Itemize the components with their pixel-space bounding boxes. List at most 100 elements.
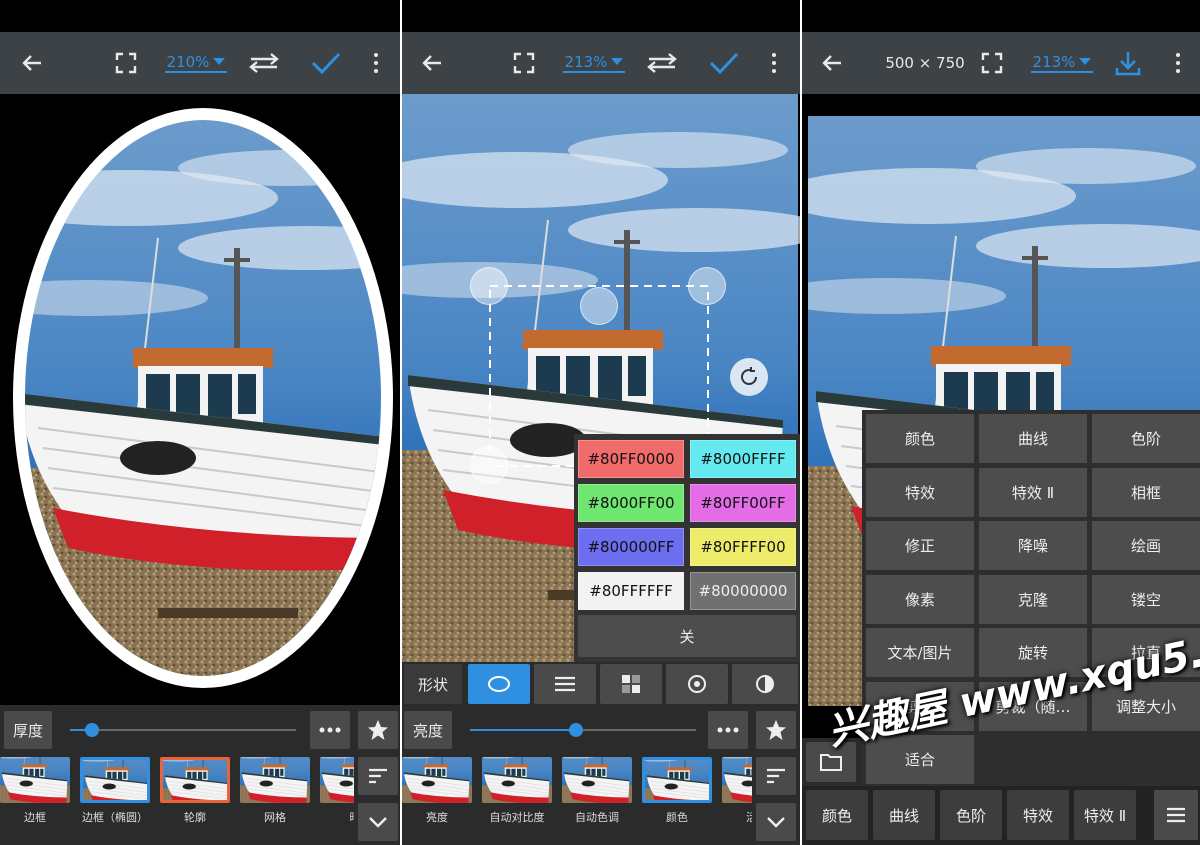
effect-thumbnail[interactable] bbox=[0, 757, 70, 803]
shape-option-grid[interactable] bbox=[600, 664, 662, 704]
favorite-button[interactable] bbox=[358, 711, 398, 749]
effect-thumbnail[interactable] bbox=[320, 757, 354, 803]
menu-item[interactable]: 颜色 bbox=[866, 414, 974, 463]
chevron-down-icon bbox=[369, 817, 387, 828]
category-tab[interactable]: 特效 bbox=[1007, 790, 1069, 840]
menu-item[interactable]: 文本/图片 bbox=[866, 628, 974, 677]
menu-item[interactable]: 克隆 bbox=[979, 574, 1087, 624]
back-button[interactable] bbox=[414, 32, 450, 94]
more-button[interactable] bbox=[708, 711, 748, 749]
resize-handle-top-left[interactable] bbox=[470, 267, 508, 305]
effect-thumbnail[interactable] bbox=[80, 757, 150, 803]
color-swatch[interactable]: #8000FFFF bbox=[690, 440, 796, 478]
resize-handle-bottom-left[interactable] bbox=[470, 446, 508, 484]
menu-item[interactable]: 色阶 bbox=[1092, 414, 1200, 463]
save-button[interactable] bbox=[1108, 32, 1148, 94]
target-shape-icon bbox=[688, 675, 706, 693]
effect-thumbnail[interactable] bbox=[160, 757, 230, 803]
category-tab[interactable]: 特效 Ⅱ bbox=[1074, 790, 1136, 840]
arrow-left-icon bbox=[422, 55, 441, 71]
collapse-button[interactable] bbox=[756, 803, 796, 841]
move-handle[interactable] bbox=[580, 287, 618, 325]
color-swatch[interactable]: #8000FF00 bbox=[578, 484, 684, 522]
more-options-button[interactable] bbox=[364, 32, 388, 94]
effect-thumbnail-label: 自动对比度 bbox=[489, 811, 545, 824]
color-swatch[interactable]: #800000FF bbox=[578, 528, 684, 566]
effect-thumbnail-label: 自动色调 bbox=[575, 811, 619, 824]
rotate-handle[interactable] bbox=[730, 358, 768, 396]
slider-knob[interactable] bbox=[569, 723, 583, 737]
color-swatch[interactable]: #80FF00FF bbox=[690, 484, 796, 522]
compare-toggle-button[interactable] bbox=[642, 32, 682, 94]
shape-toolbar: 形状 bbox=[402, 662, 800, 706]
status-bar bbox=[0, 0, 400, 32]
apply-button[interactable] bbox=[306, 32, 346, 94]
caret-down-icon bbox=[1079, 58, 1092, 65]
image-dimensions-text: 500 × 750 bbox=[885, 54, 965, 72]
effect-thumbnail-label: 暗 bbox=[315, 809, 355, 825]
effect-thumbnail[interactable] bbox=[722, 757, 752, 803]
sort-button[interactable] bbox=[756, 757, 796, 795]
menu-item[interactable]: 曲线 bbox=[979, 414, 1087, 463]
color-swatch[interactable]: #80FFFF00 bbox=[690, 528, 796, 566]
color-swatch[interactable]: #80FF0000 bbox=[578, 440, 684, 478]
zoom-dropdown[interactable]: 213% bbox=[1026, 32, 1098, 94]
color-swatch[interactable]: #80000000 bbox=[690, 572, 796, 610]
param-label-button[interactable]: 亮度 bbox=[404, 711, 452, 749]
color-picker-popup: #80FF0000 #8000FFFF #8000FF00 #80FF00FF #800… bbox=[574, 434, 800, 664]
shape-option-target[interactable] bbox=[666, 664, 728, 704]
image-dimensions: 500 × 750 bbox=[882, 32, 968, 94]
more-vertical-icon bbox=[772, 53, 776, 73]
zoom-dropdown[interactable]: 213% bbox=[558, 32, 630, 94]
effect-thumbnail-label: 亮度 bbox=[426, 811, 448, 824]
star-icon bbox=[766, 720, 786, 740]
effect-thumbnail[interactable] bbox=[402, 757, 472, 803]
sort-lines-icon bbox=[369, 768, 387, 784]
menu-item[interactable]: 相框 bbox=[1092, 467, 1200, 517]
slider-rail bbox=[70, 729, 296, 731]
menu-item[interactable]: 特效 bbox=[866, 467, 974, 517]
shape-option-half[interactable] bbox=[732, 664, 798, 704]
menu-item[interactable]: 像素 bbox=[866, 574, 974, 624]
fullscreen-icon bbox=[115, 52, 137, 74]
effect-thumbnail[interactable] bbox=[562, 757, 632, 803]
slider-knob[interactable] bbox=[85, 723, 99, 737]
sort-button[interactable] bbox=[358, 757, 398, 795]
canvas-image[interactable] bbox=[8, 108, 398, 698]
effect-thumbnail-strip: 边框 边框（椭圆） 轮廓 网格 暗 bbox=[0, 757, 354, 837]
more-vertical-icon bbox=[1176, 53, 1180, 73]
param-label-button[interactable]: 厚度 bbox=[4, 711, 52, 749]
zoom-dropdown[interactable]: 210% bbox=[160, 32, 232, 94]
more-options-button[interactable] bbox=[1166, 32, 1190, 94]
fullscreen-button[interactable] bbox=[506, 32, 542, 94]
effect-thumbnail[interactable] bbox=[240, 757, 310, 803]
menu-item[interactable]: 修正 bbox=[866, 521, 974, 570]
more-button[interactable] bbox=[310, 711, 350, 749]
effect-thumbnail[interactable] bbox=[482, 757, 552, 803]
compare-toggle-button[interactable] bbox=[244, 32, 284, 94]
resize-handle-top-right[interactable] bbox=[688, 267, 726, 305]
menu-item[interactable]: 降噪 bbox=[979, 521, 1087, 570]
fullscreen-button[interactable] bbox=[974, 32, 1010, 94]
effect-thumbnail[interactable] bbox=[642, 757, 712, 803]
close-color-popup-button[interactable]: 关 bbox=[578, 615, 796, 657]
back-button[interactable] bbox=[14, 32, 50, 94]
top-toolbar: 213% bbox=[402, 32, 800, 94]
shape-option-circle[interactable] bbox=[468, 664, 530, 704]
top-toolbar: 500 × 750 213% bbox=[802, 32, 1200, 94]
more-options-button[interactable] bbox=[762, 32, 786, 94]
favorite-button[interactable] bbox=[756, 711, 796, 749]
collapse-button[interactable] bbox=[358, 803, 398, 841]
caret-down-icon bbox=[611, 58, 624, 65]
effect-thumbnail-strip: 亮度 自动对比度 自动色调 颜色 活力 bbox=[402, 757, 752, 837]
fullscreen-button[interactable] bbox=[108, 32, 144, 94]
menu-item[interactable]: 绘画 bbox=[1092, 521, 1200, 570]
menu-item[interactable]: 镂空 bbox=[1092, 574, 1200, 624]
effect-thumbnail-label: 边框 bbox=[24, 811, 46, 824]
back-button[interactable] bbox=[814, 32, 850, 94]
apply-button[interactable] bbox=[704, 32, 744, 94]
menu-button[interactable] bbox=[1154, 790, 1198, 840]
menu-item[interactable]: 特效 Ⅱ bbox=[979, 467, 1087, 517]
shape-option-lines[interactable] bbox=[534, 664, 596, 704]
color-swatch[interactable]: #80FFFFFF bbox=[578, 572, 684, 610]
